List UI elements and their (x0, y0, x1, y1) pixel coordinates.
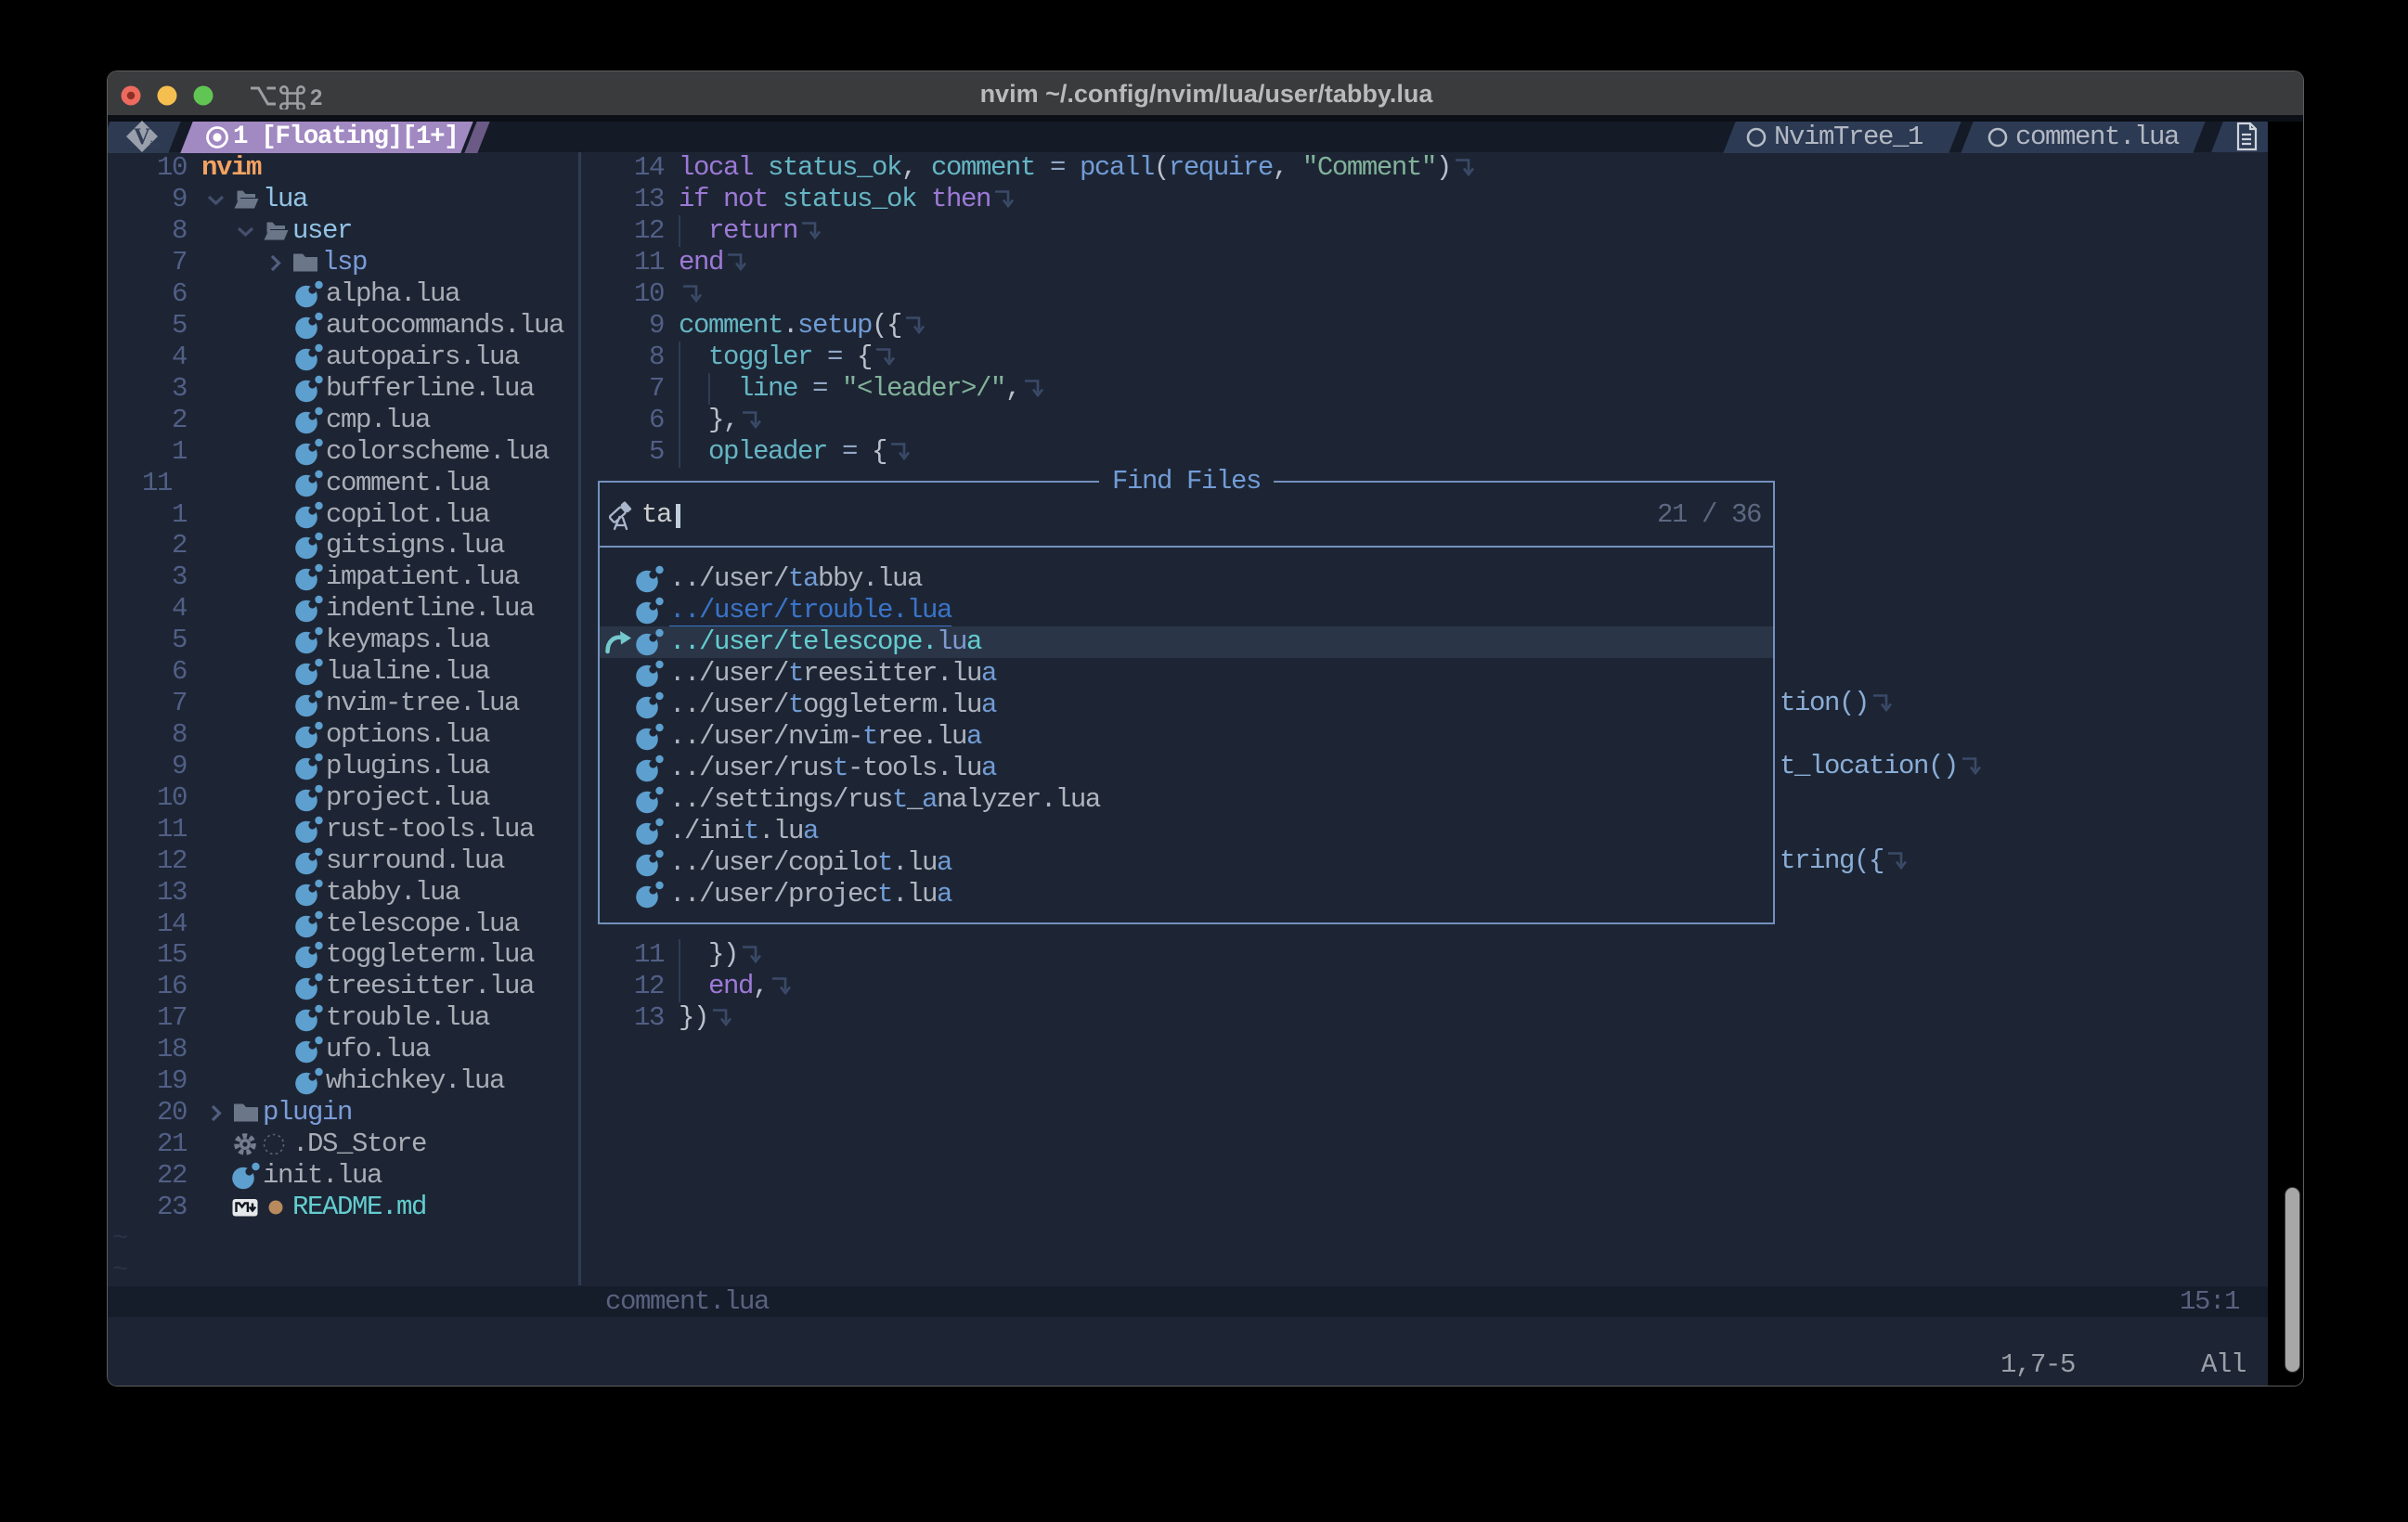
svg-text:im: im (149, 139, 160, 150)
svg-text:V: V (134, 124, 150, 149)
